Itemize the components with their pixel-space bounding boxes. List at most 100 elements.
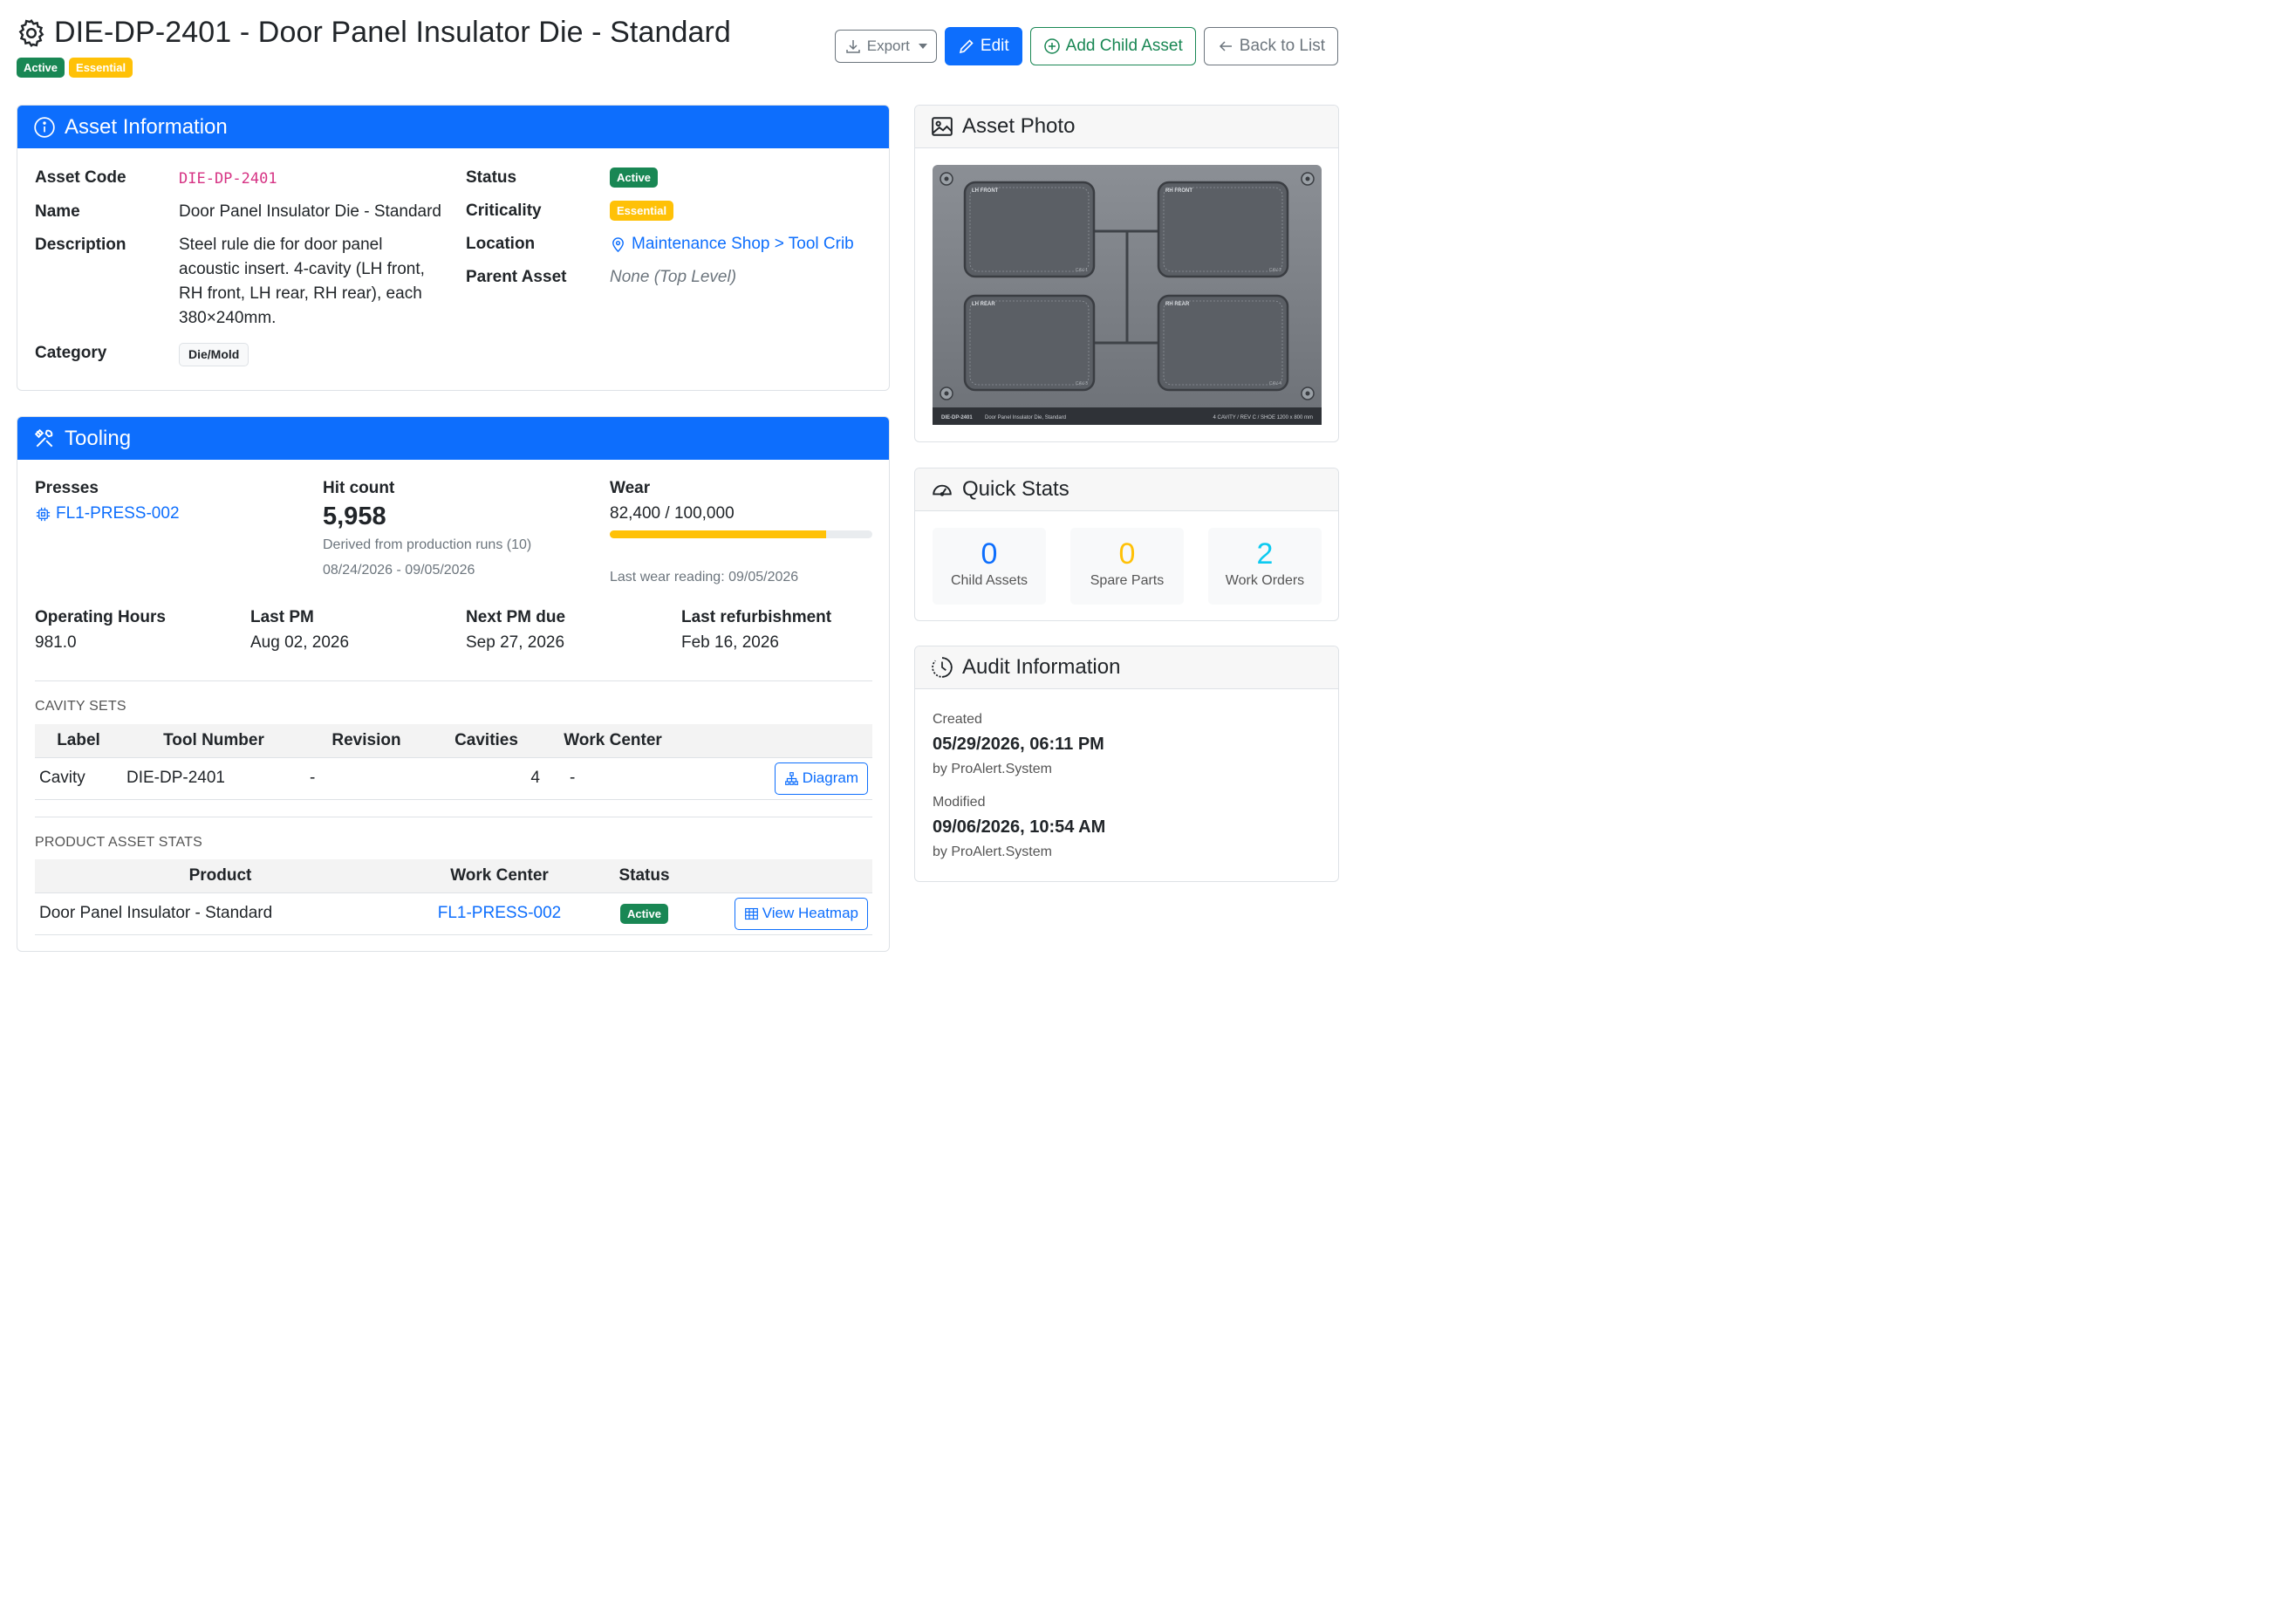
quick-stats-title: Quick Stats [962, 477, 1069, 501]
hit-count-value: 5,958 [323, 503, 386, 530]
next-pm-value: Sep 27, 2026 [466, 633, 565, 652]
location-text: Maintenance Shop > Tool Crib [632, 235, 854, 253]
product-cell: Door Panel Insulator - Standard [35, 892, 406, 935]
created-by: by ProAlert.System [933, 762, 1052, 776]
header-actions: Export Edit Add Child Asset Back to List [834, 27, 1338, 65]
actions-cell: View Heatmap [695, 892, 872, 935]
page-title: DIE-DP-2401 - Door Panel Insulator Die -… [54, 16, 731, 49]
cavity-label-lh-rear: LH REAR [972, 302, 995, 307]
last-refurbishment-label: Last refurbishment [681, 608, 832, 626]
divider [35, 680, 872, 681]
wear-progress-bar [610, 530, 827, 538]
download-icon [846, 40, 860, 53]
image-icon [932, 117, 953, 136]
asset-information-card: Asset Information Asset Code DIE-DP-2401… [17, 105, 890, 391]
cavity-label-rh-rear: RH REAR [1165, 302, 1190, 307]
status-badge: Active [619, 903, 669, 924]
stat-label: Spare Parts [1090, 573, 1165, 588]
product-asset-stats-caption: PRODUCT ASSET STATS [35, 835, 202, 850]
column-header: Work Center [406, 859, 593, 893]
asset-photo-card: Asset Photo LH FRONT RH FRONT LH REAR RH… [914, 105, 1339, 442]
column-header-actions [695, 859, 872, 893]
table-row: Cavity DIE-DP-2401 - 4 - Diagram [35, 757, 872, 800]
work-center-cell: FL1-PRESS-002 [406, 892, 593, 935]
speedometer-icon [933, 484, 952, 496]
clock-history-icon [932, 657, 953, 678]
back-to-list-button[interactable]: Back to List [1203, 27, 1338, 65]
asset-photo-title: Asset Photo [962, 114, 1076, 138]
cav-code-1: CAV-1 [1076, 268, 1088, 273]
product-table-header-row: Product Work Center Status [35, 859, 872, 893]
diagram-icon [784, 771, 798, 785]
criticality-value-wrap: Essential [610, 201, 674, 221]
next-pm-label: Next PM due [466, 608, 566, 626]
quick-stats-card: Quick Stats 0 Child Assets 0 Spare Parts… [914, 468, 1339, 621]
cavity-label-rh-front: RH FRONT [1165, 188, 1192, 194]
cavity-sets-table: Label Tool Number Revision Cavities Work… [35, 724, 872, 800]
hit-count-range: 08/24/2026 - 09/05/2026 [323, 563, 475, 578]
criticality-badge: Essential [69, 58, 133, 78]
cpu-icon [36, 507, 51, 521]
press-link[interactable]: FL1-PRESS-002 [35, 504, 180, 523]
created-value: 05/29/2026, 06:11 PM [933, 735, 1104, 754]
operating-hours-label: Operating Hours [35, 608, 166, 626]
name-value: Door Panel Insulator Die - Standard [179, 202, 441, 221]
product-asset-stats-table: Product Work Center Status Door Panel In… [35, 859, 872, 935]
modified-label: Modified [933, 795, 986, 810]
stat-spare-parts: 0 Spare Parts [1070, 528, 1184, 605]
hit-count-derived: Derived from production runs (10) [323, 537, 532, 552]
info-icon [34, 116, 55, 138]
description-value: Steel rule die for door panel acoustic i… [179, 236, 425, 327]
stat-value: 0 [1118, 537, 1136, 571]
location-link[interactable]: Maintenance Shop > Tool Crib [610, 232, 854, 256]
cavity-table-header-row: Label Tool Number Revision Cavities Work… [35, 724, 872, 758]
status-badge: Active [17, 58, 65, 78]
edit-button[interactable]: Edit [944, 27, 1022, 65]
export-label: Export [866, 38, 910, 54]
cav-code-4: CAV-4 [1269, 381, 1281, 386]
map-pin-icon [612, 236, 624, 252]
column-header: Work Center [545, 724, 680, 758]
add-child-asset-button[interactable]: Add Child Asset [1029, 27, 1196, 65]
status-label: Status [466, 168, 517, 187]
asset-information-header: Asset Information [17, 106, 889, 148]
grid-icon [744, 907, 758, 920]
work-center-cell: - [545, 757, 680, 800]
add-child-label: Add Child Asset [1065, 37, 1183, 55]
description-label: Description [35, 236, 126, 254]
category-badge-wrap: Die/Mold [179, 343, 249, 366]
category-badge: Die/Mold [179, 343, 249, 366]
column-header: Product [35, 859, 406, 893]
quick-stats-header: Quick Stats [915, 468, 1338, 511]
plus-circle-icon [1043, 38, 1060, 54]
tooling-card: Tooling Presses FL1-PRESS-002 Hit count … [17, 416, 890, 952]
tooling-title: Tooling [65, 426, 132, 450]
category-label: Category [35, 344, 107, 362]
last-pm-value: Aug 02, 2026 [250, 633, 350, 652]
tools-icon [34, 428, 53, 447]
last-pm-label: Last PM [250, 608, 314, 626]
wear-reading: Last wear reading: 09/05/2026 [610, 570, 799, 585]
cavities-cell: 4 [427, 757, 545, 800]
name-label: Name [35, 202, 80, 221]
last-refurbishment-value: Feb 16, 2026 [681, 633, 779, 652]
work-center-link[interactable]: FL1-PRESS-002 [438, 904, 562, 922]
wear-value: 82,400 / 100,000 [610, 504, 735, 523]
cavity-sets-caption: CAVITY SETS [35, 699, 126, 714]
status-value-wrap: Active [610, 168, 659, 188]
asset-code-value: DIE-DP-2401 [179, 170, 277, 188]
diagram-button[interactable]: Diagram [774, 762, 868, 795]
column-header: Revision [305, 724, 427, 758]
created-label: Created [933, 712, 982, 727]
view-heatmap-button[interactable]: View Heatmap [734, 897, 868, 930]
asset-code-label: Asset Code [35, 168, 126, 187]
criticality-label: Criticality [466, 202, 542, 220]
export-button[interactable]: Export [834, 30, 937, 63]
table-row: Door Panel Insulator - Standard FL1-PRES… [35, 892, 872, 935]
photo-footer-code: DIE-DP-2401 [941, 415, 973, 421]
asset-information-title: Asset Information [65, 114, 228, 139]
column-header-actions [680, 724, 872, 758]
status-cell: Active [593, 892, 695, 935]
view-heatmap-label: View Heatmap [762, 905, 858, 921]
audit-information-header: Audit Information [915, 646, 1338, 689]
